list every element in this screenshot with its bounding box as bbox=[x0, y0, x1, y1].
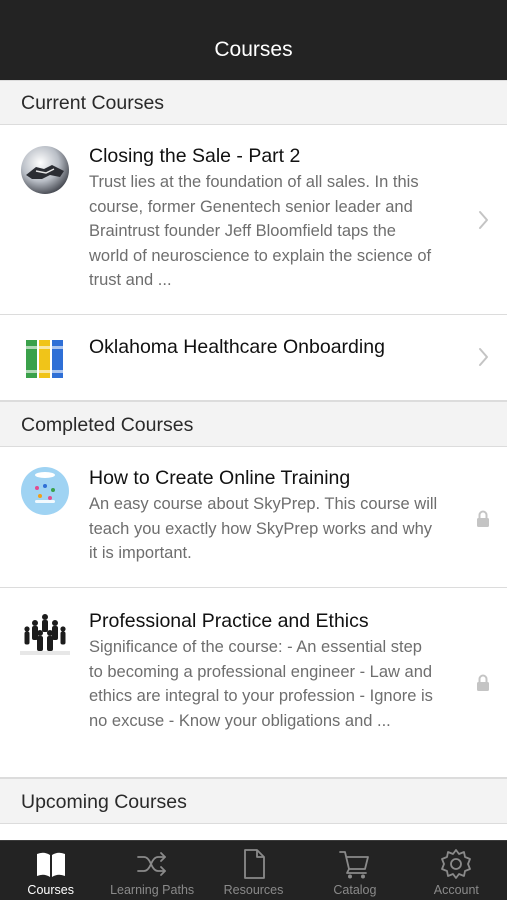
books-icon bbox=[26, 340, 63, 378]
tab-label: Account bbox=[433, 883, 479, 897]
tab-catalog[interactable]: Catalog bbox=[304, 841, 405, 900]
tab-label: Courses bbox=[27, 883, 74, 897]
shuffle-icon bbox=[137, 852, 167, 876]
course-description: Significance of the course: - An essenti… bbox=[89, 638, 433, 730]
tab-resources[interactable]: Resources bbox=[203, 841, 304, 900]
section-title: Upcoming Courses bbox=[21, 791, 187, 813]
tab-learning-paths[interactable]: Learning Paths bbox=[101, 841, 202, 900]
document-icon bbox=[243, 849, 265, 879]
nav-bar: Courses bbox=[0, 0, 507, 80]
business-people-icon bbox=[20, 609, 70, 659]
tab-label: Learning Paths bbox=[110, 883, 195, 897]
course-item-closing-the-sale[interactable]: Closing the Sale - Part 2 Trust lies at … bbox=[0, 125, 507, 315]
book-icon bbox=[36, 852, 65, 877]
gear-icon bbox=[441, 849, 472, 879]
course-description: An easy course about SkyPrep. This cours… bbox=[89, 495, 438, 562]
course-title: Professional Practice and Ethics bbox=[89, 610, 369, 632]
training-bubble-icon bbox=[21, 467, 69, 515]
section-header-upcoming: Upcoming Courses bbox=[0, 778, 507, 824]
page-title: Courses bbox=[214, 38, 293, 61]
section-header-completed: Completed Courses bbox=[0, 401, 507, 447]
handshake-icon bbox=[21, 146, 69, 194]
cart-icon bbox=[339, 851, 369, 879]
course-item-professional-ethics[interactable]: Professional Practice and Ethics Signifi… bbox=[0, 588, 507, 778]
course-item-online-training[interactable]: How to Create Online Training An easy co… bbox=[0, 447, 507, 588]
course-item-oklahoma-healthcare[interactable]: Oklahoma Healthcare Onboarding bbox=[0, 315, 507, 401]
section-title: Current Courses bbox=[21, 92, 165, 114]
course-description: Trust lies at the foundation of all sale… bbox=[89, 173, 432, 289]
tab-courses[interactable]: Courses bbox=[0, 841, 101, 900]
course-list[interactable]: Current Courses Closing the Sale - Part … bbox=[0, 80, 507, 840]
course-title: Oklahoma Healthcare Onboarding bbox=[89, 336, 385, 358]
tab-bar: Courses Learning Paths Resources Catalog… bbox=[0, 840, 507, 900]
chevron-right-icon bbox=[479, 348, 488, 366]
tab-account[interactable]: Account bbox=[406, 841, 507, 900]
course-title: Closing the Sale - Part 2 bbox=[89, 145, 301, 167]
lock-icon bbox=[477, 510, 489, 527]
tab-label: Resources bbox=[223, 883, 284, 897]
course-title: How to Create Online Training bbox=[89, 467, 351, 489]
chevron-right-icon bbox=[479, 211, 488, 229]
section-title: Completed Courses bbox=[21, 414, 194, 436]
tab-label: Catalog bbox=[333, 883, 377, 897]
section-header-current: Current Courses bbox=[0, 80, 507, 125]
lock-icon bbox=[477, 674, 489, 691]
